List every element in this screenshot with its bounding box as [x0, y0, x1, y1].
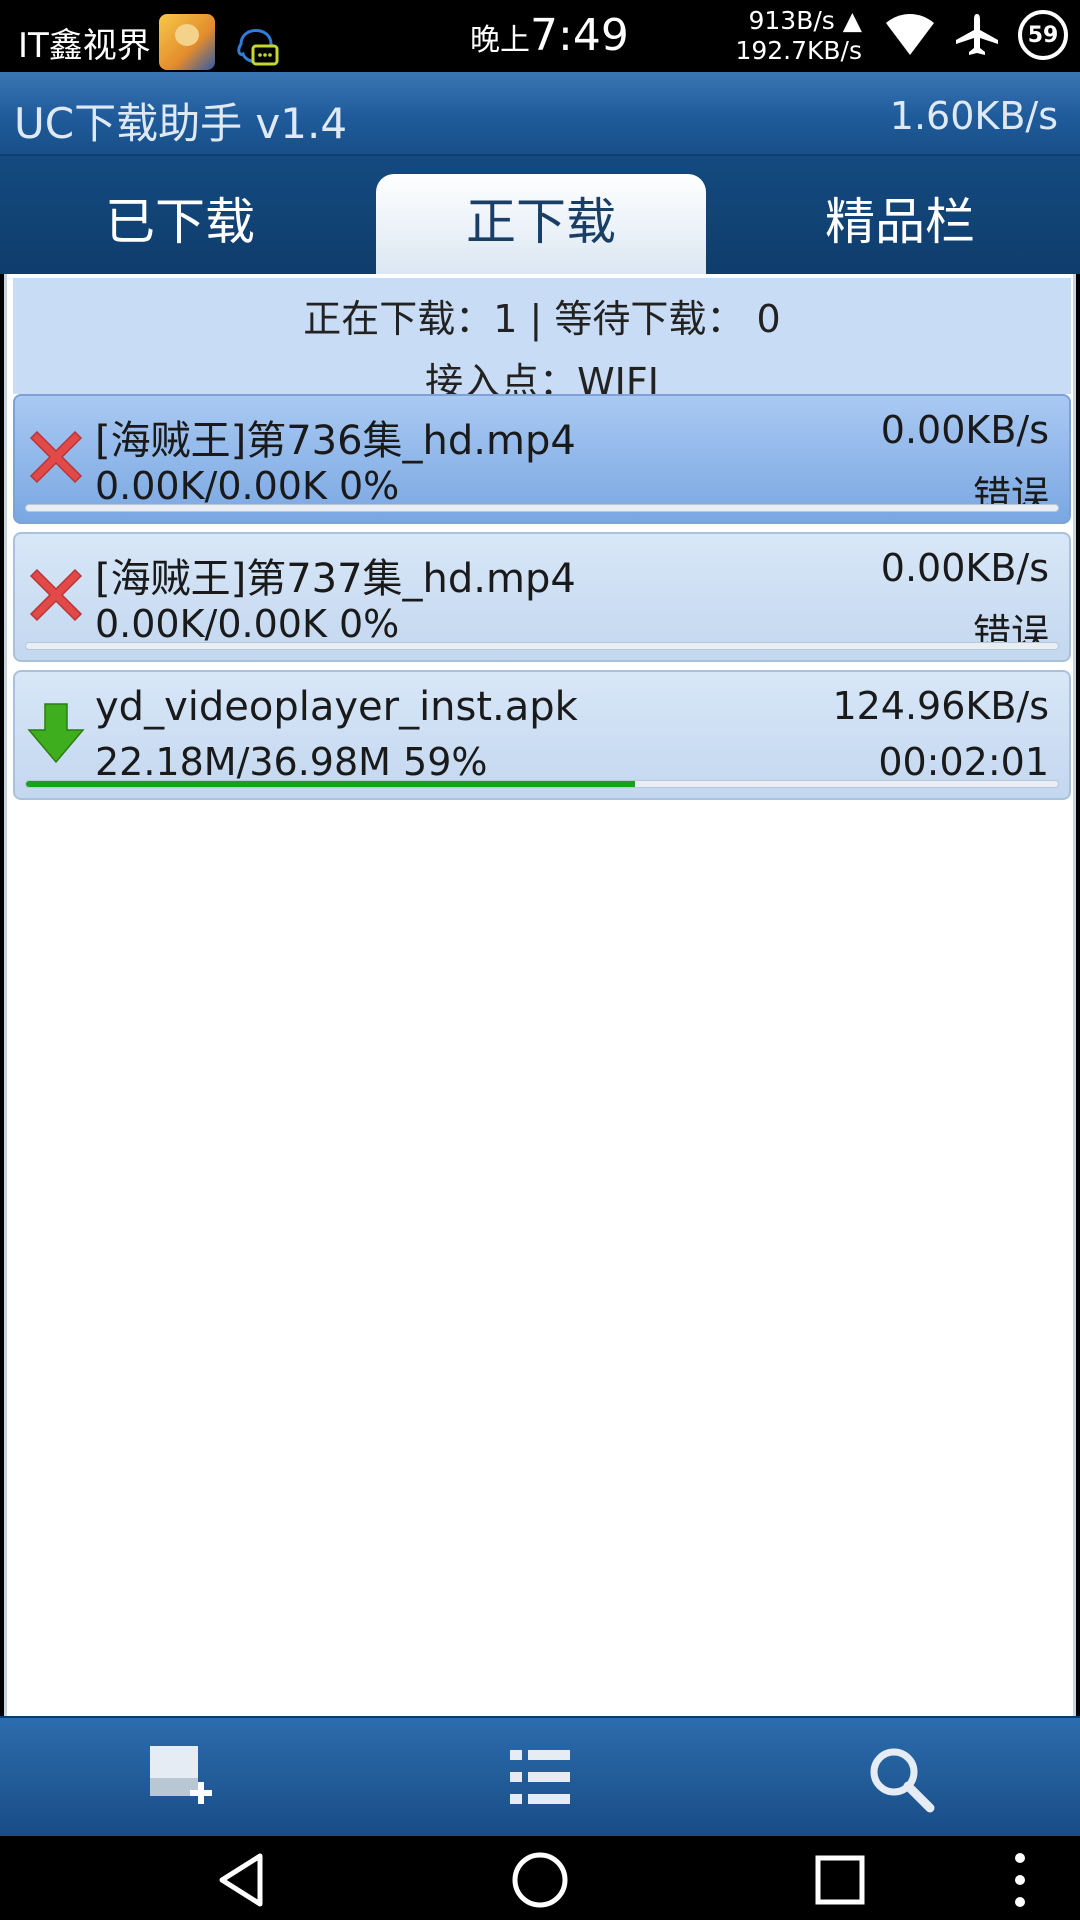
- back-icon[interactable]: [212, 1850, 272, 1910]
- clock-time: 7:49: [530, 10, 629, 61]
- progress-bar: [25, 504, 1059, 512]
- tab-featured[interactable]: 精品栏: [740, 174, 1060, 274]
- error-x-icon[interactable]: [23, 562, 89, 628]
- download-summary: 正在下载：1 | 等待下载： 0 接入点：WIFI: [13, 278, 1071, 404]
- qq-icon: [233, 16, 279, 68]
- search-icon[interactable]: [860, 1738, 940, 1818]
- file-name: yd_videoplayer_inst.apk: [95, 684, 578, 730]
- bottom-toolbar: [0, 1716, 1080, 1836]
- download-item[interactable]: [海贼王]第737集_hd.mp4 0.00K/0.00K 0% 0.00KB/…: [13, 532, 1071, 662]
- status-bar: IT鑫视界 晚上7:49 913B/s ▲ 192.7KB/s ▼ 59: [0, 0, 1080, 95]
- error-x-icon[interactable]: [23, 424, 89, 490]
- download-item[interactable]: yd_videoplayer_inst.apk 22.18M/36.98M 59…: [13, 670, 1071, 800]
- app-title: UC下载助手 v1.4: [14, 99, 348, 148]
- progress-fill: [26, 781, 635, 787]
- file-name: [海贼王]第736集_hd.mp4: [95, 418, 576, 464]
- total-speed: 1.60KB/s: [889, 94, 1058, 138]
- clock: 晚上7:49: [470, 10, 629, 61]
- file-speed: 0.00KB/s: [880, 546, 1049, 590]
- recents-icon[interactable]: [810, 1850, 870, 1910]
- home-icon[interactable]: [510, 1850, 570, 1910]
- airplane-icon: [956, 14, 998, 55]
- tab-bar: 已下载 正下载 精品栏: [0, 156, 1080, 274]
- file-speed: 0.00KB/s: [880, 408, 1049, 452]
- clock-ampm: 晚上: [470, 23, 530, 58]
- file-progress-text: 22.18M/36.98M 59%: [95, 740, 488, 784]
- upload-speed: 913B/s: [748, 6, 835, 35]
- file-time-remaining: 00:02:01: [878, 740, 1049, 784]
- file-progress-text: 0.00K/0.00K 0%: [95, 602, 400, 646]
- battery-icon: 59: [1018, 10, 1068, 60]
- status-left: IT鑫视界: [18, 14, 279, 70]
- summary-counts: 正在下载：1 | 等待下载： 0: [303, 297, 781, 341]
- wifi-icon: [886, 14, 934, 55]
- more-options-icon[interactable]: [1000, 1850, 1040, 1910]
- app-title-bar: UC下载助手 v1.4 1.60KB/s: [0, 72, 1080, 156]
- tab-downloading[interactable]: 正下载: [376, 174, 706, 274]
- navigation-bar: [0, 1836, 1080, 1920]
- new-task-icon[interactable]: [140, 1738, 220, 1818]
- download-item[interactable]: [海贼王]第736集_hd.mp4 0.00K/0.00K 0% 0.00KB/…: [13, 394, 1071, 524]
- file-progress-text: 0.00K/0.00K 0%: [95, 464, 400, 508]
- tab-downloaded[interactable]: 已下载: [20, 174, 340, 274]
- battery-level: 59: [1027, 22, 1059, 48]
- download-list-panel: 正在下载：1 | 等待下载： 0 接入点：WIFI [海贼王]第736集_hd.…: [4, 274, 1076, 1716]
- progress-bar: [25, 780, 1059, 788]
- download-arrow-icon[interactable]: [23, 700, 89, 766]
- avatar-icon: [158, 14, 215, 70]
- file-name: [海贼王]第737集_hd.mp4: [95, 556, 576, 602]
- file-speed: 124.96KB/s: [832, 684, 1049, 728]
- progress-bar: [25, 642, 1059, 650]
- list-icon[interactable]: [500, 1738, 580, 1818]
- status-icons: 59: [884, 10, 1068, 60]
- download-speed: 192.7KB/s: [735, 36, 862, 65]
- carrier-label: IT鑫视界: [18, 25, 151, 66]
